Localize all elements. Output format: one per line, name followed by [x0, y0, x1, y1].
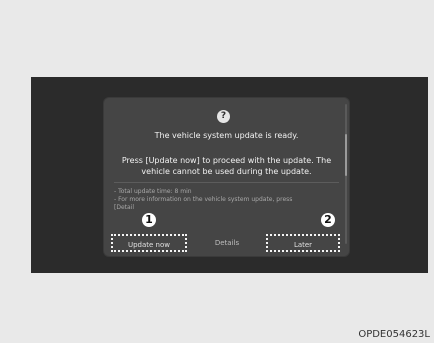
dialog-message-line: Press [Update now] to proceed with the u… — [121, 156, 332, 165]
divider — [114, 182, 339, 183]
dialog-message: Press [Update now] to proceed with the u… — [104, 155, 349, 177]
display-screen: ? The vehicle system update is ready. Pr… — [31, 77, 428, 273]
update-now-button[interactable]: Update now — [111, 234, 187, 252]
details-button[interactable]: Details — [192, 234, 262, 252]
note-line: - Total update time: 8 min — [114, 188, 192, 195]
note-line: [Detail — [114, 204, 135, 211]
callout-marker-2: 2 — [321, 213, 335, 227]
dialog-button-bar: Update now Details Later — [104, 228, 349, 256]
later-button[interactable]: Later — [266, 234, 340, 252]
dialog-notes: - Total update time: 8 min - For more in… — [114, 188, 340, 212]
dialog-title: The vehicle system update is ready. — [154, 131, 299, 140]
question-icon: ? — [217, 110, 230, 123]
callout-marker-1: 1 — [142, 213, 156, 227]
figure-code: OPDE054623L — [358, 329, 430, 340]
note-line: - For more information on the vehicle sy… — [114, 196, 293, 203]
update-dialog: ? The vehicle system update is ready. Pr… — [104, 98, 349, 256]
dialog-message-line: vehicle cannot be used during the update… — [141, 167, 312, 176]
